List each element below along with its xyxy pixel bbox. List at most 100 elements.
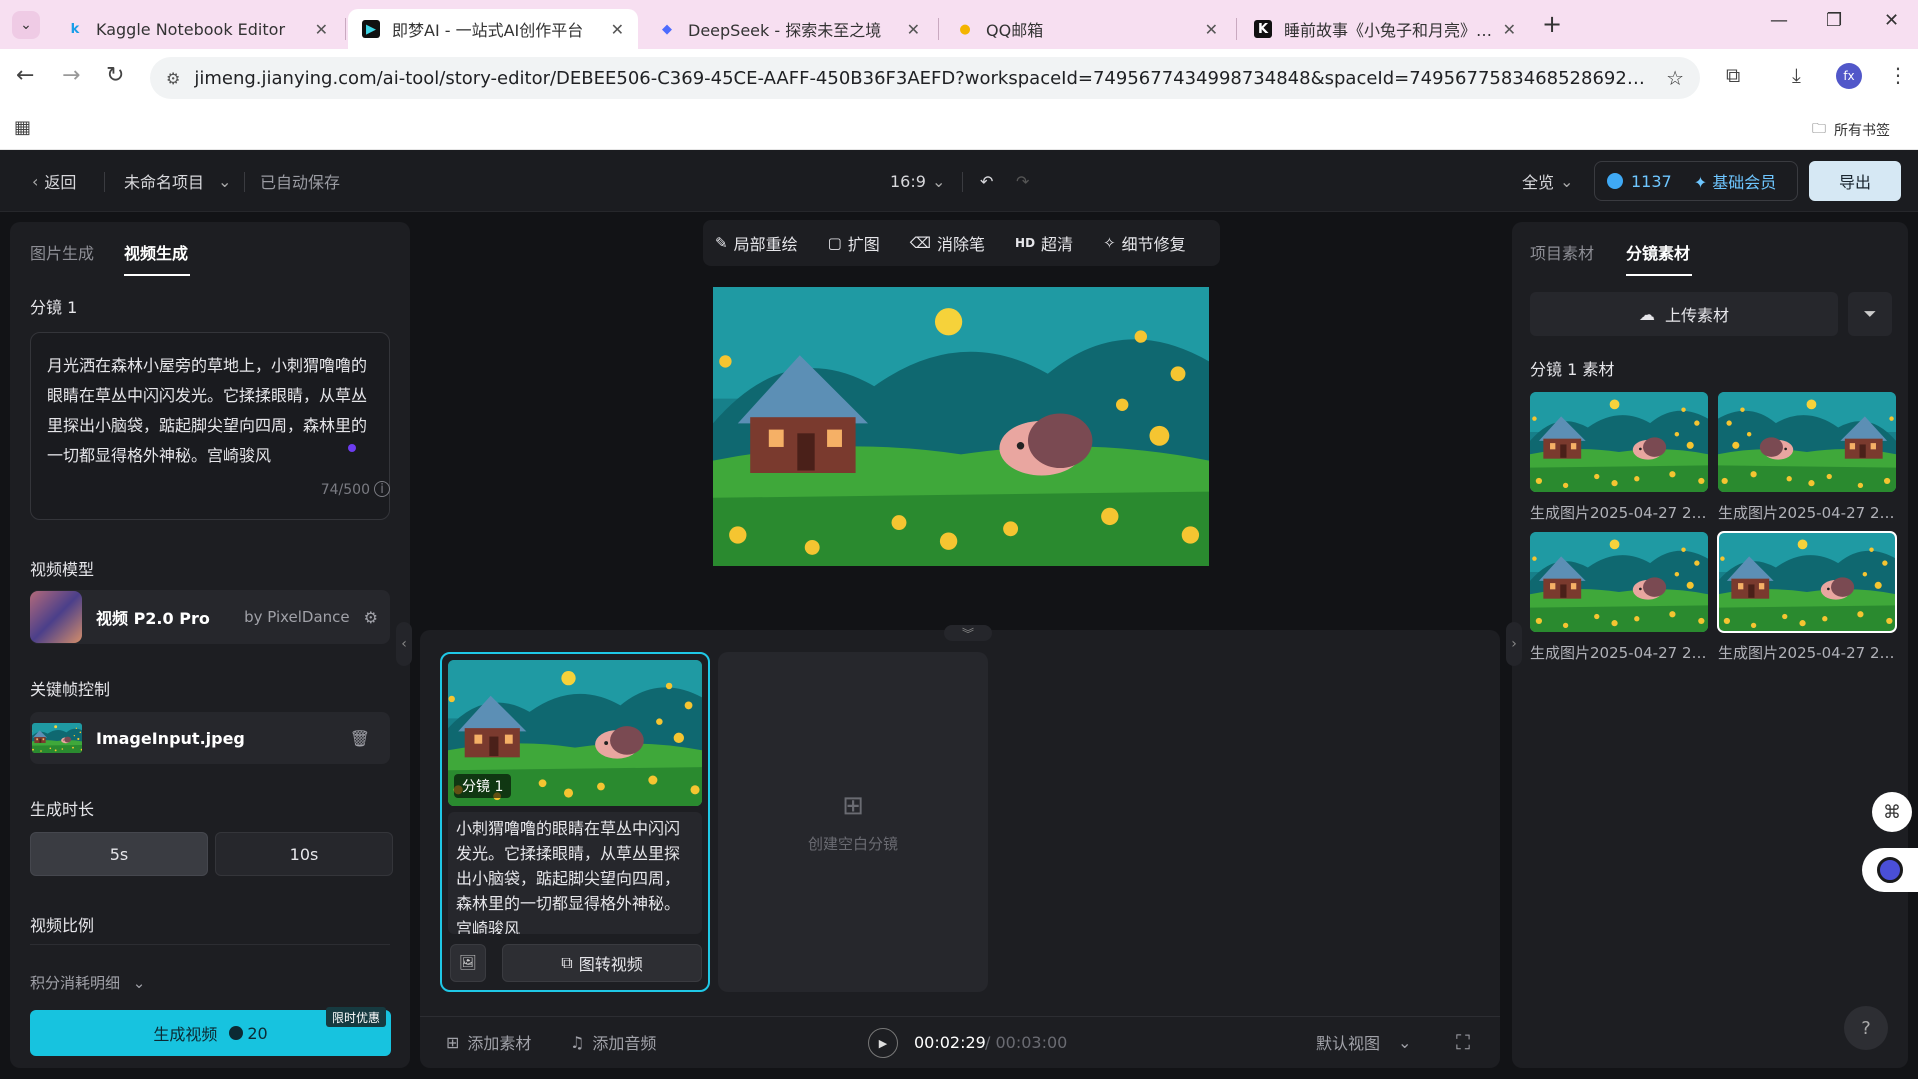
detail-repair-tool[interactable]: ✧ 细节修复 — [1103, 231, 1186, 255]
expand-tool[interactable]: ▢ 扩图 — [828, 231, 880, 255]
keyframe-file-row[interactable]: ImageInput.jpeg 🗑 — [30, 712, 390, 764]
upload-asset-button[interactable]: ☁ 上传素材 — [1530, 292, 1838, 336]
browser-tab-kaggle[interactable]: k Kaggle Notebook Editor ✕ — [52, 9, 342, 49]
credits-pill[interactable]: 1137 ✦ 基础会员 — [1594, 161, 1798, 201]
floating-apps-icon[interactable]: ⌘ — [1872, 792, 1912, 832]
add-asset-label: 添加素材 — [467, 1034, 532, 1053]
extensions-icon[interactable]: ⧉ — [1726, 63, 1740, 87]
browser-tab-jimeng[interactable]: ▶ 即梦AI - 一站式AI创作平台 ✕ — [348, 9, 638, 49]
site-settings-icon[interactable]: ⚙ — [166, 69, 180, 88]
restore-icon[interactable]: ❐ — [1826, 10, 1842, 31]
close-icon[interactable]: ✕ — [1503, 20, 1516, 39]
new-tab-plus-icon[interactable]: + — [1542, 10, 1562, 38]
default-view-dropdown[interactable]: 默认视图 ⌄ — [1316, 1030, 1411, 1054]
tab-title: 即梦AI - 一站式AI创作平台 — [392, 21, 584, 40]
aspect-ratio-dropdown[interactable]: 16:9 ⌄ — [890, 150, 945, 212]
total-time: / 00:03:00 — [985, 1033, 1068, 1052]
url-field[interactable]: ⚙ jimeng.jianying.com/ai-tool/story-edit… — [150, 57, 1700, 99]
close-icon[interactable]: ✕ — [611, 20, 624, 39]
project-name: 未命名项目 — [124, 173, 205, 192]
minimize-icon[interactable]: — — [1770, 10, 1788, 31]
tab-title: 睡前故事《小兔子和月亮》分镜 — [1284, 21, 1493, 40]
main-image-preview[interactable] — [713, 287, 1209, 566]
keyframe-thumbnail — [32, 723, 82, 753]
play-icon[interactable]: ▶ — [868, 1028, 898, 1058]
model-name: 视频 P2.0 Pro — [96, 609, 210, 628]
undo-icon[interactable]: ↶ — [980, 150, 993, 212]
chevron-down-icon: ⌄ — [1398, 1032, 1412, 1052]
kaggle-favicon-icon: k — [70, 21, 80, 37]
tab-project-assets[interactable]: 项目素材 — [1530, 240, 1594, 264]
browser-tab-qqmail[interactable]: ● QQ邮箱 ✕ — [942, 9, 1232, 49]
inpaint-tool[interactable]: ✎ 局部重绘 — [715, 231, 798, 255]
tab-video-generation[interactable]: 视频生成 — [124, 240, 188, 264]
asset-item-selected[interactable]: 生成图片2025-04-27 20... — [1717, 531, 1897, 663]
url-text[interactable]: jimeng.jianying.com/ai-tool/story-editor… — [194, 68, 1654, 89]
tab-search-button[interactable]: ⌄ — [12, 11, 40, 39]
export-button[interactable]: 导出 — [1809, 161, 1901, 201]
asset-item[interactable]: 生成图片2025-04-27 20... — [1718, 392, 1896, 523]
duration-10s-button[interactable]: 10s — [215, 832, 393, 876]
shot-image-button[interactable]: 🖼 — [450, 944, 486, 982]
right-panel-collapse-handle[interactable]: › — [1506, 622, 1522, 666]
fullscreen-icon[interactable]: ⛶ — [1456, 1030, 1470, 1054]
chevron-down-icon: ⌄ — [218, 171, 232, 191]
hd-icon: HD — [1015, 236, 1036, 250]
divider — [30, 944, 390, 945]
promo-badge: 限时优惠 — [326, 1007, 387, 1027]
sliders-icon[interactable]: ⚙ — [364, 608, 378, 627]
download-icon[interactable]: ⤓ — [1792, 63, 1801, 87]
view-mode-dropdown[interactable]: 全览 ⌄ — [1522, 150, 1573, 212]
help-icon[interactable]: ? — [1844, 1006, 1888, 1050]
close-icon[interactable]: ✕ — [315, 20, 328, 39]
redo-icon[interactable]: ↷ — [1016, 150, 1029, 212]
tab-shot-assets[interactable]: 分镜素材 — [1626, 240, 1690, 264]
browser-tab-deepseek[interactable]: ◆ DeepSeek - 探索未至之境 ✕ — [644, 9, 934, 49]
tab-title: QQ邮箱 — [986, 21, 1044, 40]
project-name-dropdown[interactable]: 未命名项目 ⌄ — [124, 150, 231, 212]
apps-grid-icon[interactable]: ▦ — [14, 117, 31, 138]
profile-avatar[interactable]: fx — [1836, 63, 1862, 89]
create-empty-shot-card[interactable]: ⊞ 创建空白分镜 — [718, 652, 988, 992]
ratio-section-title: 视频比例 — [30, 916, 95, 935]
add-asset-button[interactable]: ⊞ 添加素材 — [446, 1030, 531, 1054]
window-close-icon[interactable]: ✕ — [1884, 10, 1899, 31]
duration-5s-button[interactable]: 5s — [30, 832, 208, 876]
assistant-bot-button[interactable] — [1862, 848, 1918, 892]
left-panel-collapse-handle[interactable]: ‹ — [396, 622, 412, 666]
collapse-timeline-handle[interactable]: ︾ — [944, 625, 992, 641]
forward-arrow-icon[interactable]: → — [62, 63, 80, 88]
reload-icon[interactable]: ↻ — [106, 63, 124, 88]
browser-menu-icon[interactable]: ⋮ — [1888, 63, 1908, 87]
folder-icon: 🗀 — [1812, 121, 1826, 137]
back-arrow-icon[interactable]: ← — [16, 63, 34, 88]
close-icon[interactable]: ✕ — [1205, 20, 1218, 39]
all-bookmarks-label: 所有书签 — [1834, 123, 1890, 139]
keyframe-filename: ImageInput.jpeg — [96, 728, 245, 748]
tab-image-generation[interactable]: 图片生成 — [30, 240, 94, 264]
shot-card[interactable]: 分镜 1 小刺猬噜噜的眼睛在草丛中闪闪发光。它揉揉眼睛，从草丛里探出小脑袋，踮起… — [440, 652, 710, 992]
trash-icon[interactable]: 🗑 — [350, 729, 370, 748]
upscale-tool[interactable]: HD 超清 — [1015, 231, 1073, 255]
credit-detail-toggle[interactable]: 积分消耗明细 ⌄ — [30, 972, 145, 993]
browser-tab-story[interactable]: K 睡前故事《小兔子和月亮》分镜 ✕ — [1240, 9, 1530, 49]
prompt-text[interactable]: 月光洒在森林小屋旁的草地上，小刺猬噜噜的眼睛在草丛中闪闪发光。它揉揉眼睛，从草丛… — [47, 351, 373, 471]
eraser-tool[interactable]: ⌫ 消除笔 — [910, 231, 985, 255]
info-icon[interactable]: i — [374, 481, 390, 497]
add-audio-button[interactable]: ♫ 添加音频 — [570, 1030, 656, 1054]
shot-description[interactable]: 小刺猬噜噜的眼睛在草丛中闪闪发光。它揉揉眼睛，从草丛里探出小脑袋，踮起脚尖望向四… — [448, 812, 702, 934]
bookmark-star-icon[interactable]: ☆ — [1666, 66, 1684, 90]
video-model-selector[interactable]: 视频 P2.0 Pro by PixelDance ⚙ — [30, 590, 390, 644]
default-view-label: 默认视图 — [1316, 1034, 1381, 1053]
filter-icon[interactable]: ⏷ — [1848, 292, 1892, 336]
add-frame-icon: ⊞ — [842, 790, 864, 821]
close-icon[interactable]: ✕ — [907, 20, 920, 39]
asset-item[interactable]: 生成图片2025-04-27 20... — [1530, 532, 1708, 663]
back-button[interactable]: ‹ 返回 — [32, 150, 76, 212]
all-bookmarks-button[interactable]: 🗀 所有书签 — [1812, 118, 1890, 142]
asset-item[interactable]: 生成图片2025-04-27 20... — [1530, 392, 1708, 523]
image-to-video-button[interactable]: ⧉ 图转视频 — [502, 944, 702, 982]
divider — [420, 1016, 1500, 1017]
jimeng-favicon-icon: ▶ — [362, 20, 380, 38]
membership-badge[interactable]: ✦ 基础会员 — [1694, 169, 1777, 193]
